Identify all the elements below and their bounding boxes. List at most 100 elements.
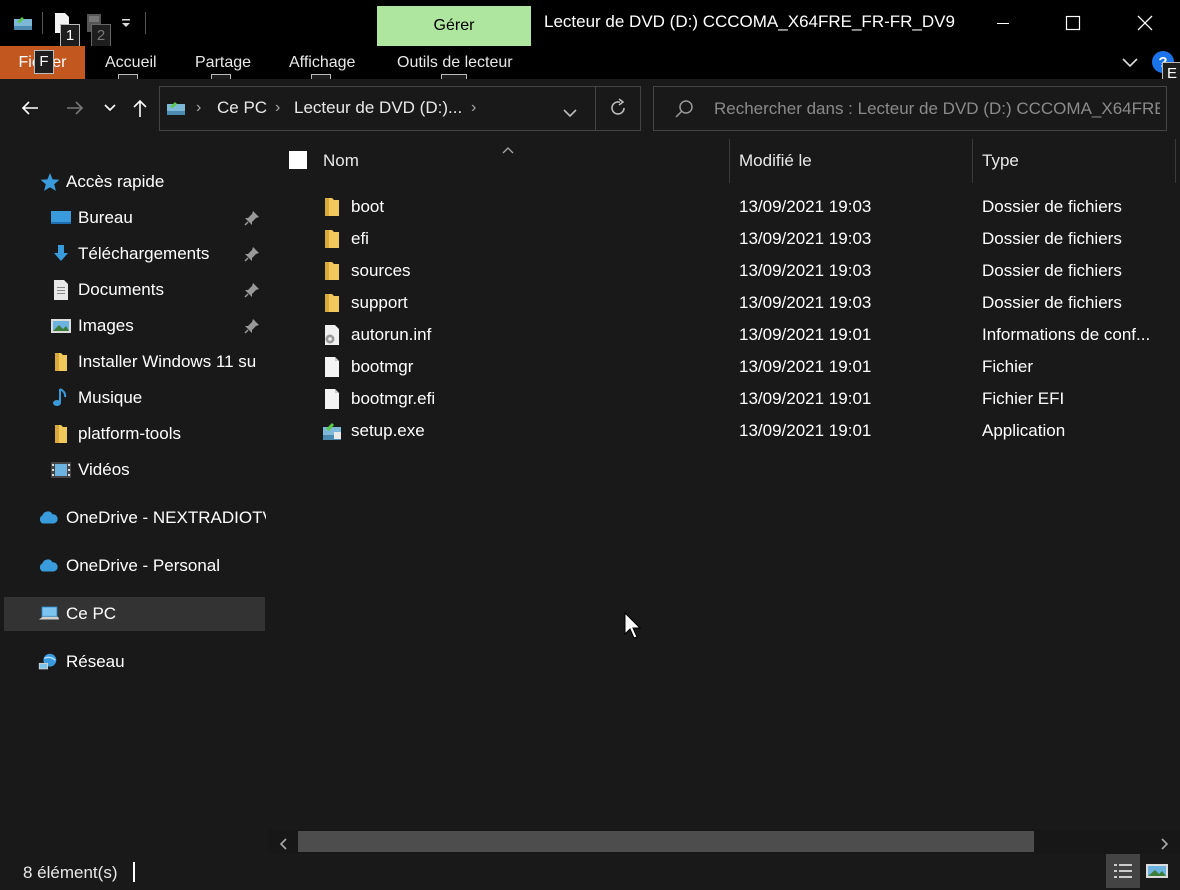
chevron-right-icon[interactable]: › xyxy=(275,99,280,117)
scroll-right-icon[interactable] xyxy=(1160,835,1170,855)
window-title: Lecteur de DVD (D:) CCCOMA_X64FRE_FR-FR_… xyxy=(544,12,955,31)
file-type: Informations de conf... xyxy=(982,325,1151,344)
refresh-icon[interactable] xyxy=(608,98,628,123)
nav-onedrive-personal[interactable]: OneDrive - Personal xyxy=(0,549,266,583)
file-row[interactable]: boot 13/09/2021 19:03 Dossier de fichier… xyxy=(268,191,1180,223)
scrollbar-thumb[interactable] xyxy=(298,831,1034,852)
chevron-right-icon[interactable]: › xyxy=(196,99,201,117)
pin-icon[interactable] xyxy=(244,282,260,298)
folder-icon xyxy=(50,351,72,373)
file-row[interactable]: bootmgr 13/09/2021 19:01 Fichier xyxy=(268,351,1180,383)
nav-network[interactable]: Réseau xyxy=(0,645,266,679)
pin-icon[interactable] xyxy=(244,246,260,262)
nav-item-documents[interactable]: Documents xyxy=(0,273,266,307)
pictures-icon xyxy=(50,315,72,337)
nav-label: OneDrive - Personal xyxy=(66,556,221,575)
toolbar-divider xyxy=(145,12,146,34)
nav-item-videos[interactable]: Vidéos xyxy=(0,453,266,487)
file-type: Dossier de fichiers xyxy=(982,229,1122,248)
nav-label: platform-tools xyxy=(78,424,181,443)
dvd-drive-icon[interactable] xyxy=(10,10,36,36)
pin-icon[interactable] xyxy=(244,210,260,226)
column-divider[interactable] xyxy=(972,139,973,183)
file-icon xyxy=(321,388,343,410)
keytip-1: 1 xyxy=(60,24,80,48)
computer-icon xyxy=(38,603,60,625)
nav-label: Musique xyxy=(78,388,143,407)
nav-item-downloads[interactable]: Téléchargements xyxy=(0,237,266,271)
status-divider xyxy=(133,862,135,882)
back-button[interactable] xyxy=(15,93,45,123)
file-type: Fichier xyxy=(982,357,1034,376)
close-button[interactable] xyxy=(1110,0,1180,46)
large-icons-view-button[interactable] xyxy=(1140,854,1174,888)
nav-item-installer-windows[interactable]: Installer Windows 11 su xyxy=(0,345,266,379)
chevron-right-icon[interactable]: › xyxy=(471,99,476,117)
file-row[interactable]: sources 13/09/2021 19:03 Dossier de fich… xyxy=(268,255,1180,287)
file-type: Dossier de fichiers xyxy=(982,197,1122,216)
search-input[interactable]: Rechercher dans : Lecteur de DVD (D:) CC… xyxy=(714,99,1160,119)
up-button[interactable] xyxy=(125,93,155,123)
address-bar[interactable]: › Ce PC › Lecteur de DVD (D:)... › xyxy=(159,86,641,131)
nav-quick-access[interactable]: Accès rapide xyxy=(0,165,266,199)
customize-dropdown-icon[interactable] xyxy=(113,10,139,36)
nav-item-platform-tools[interactable]: platform-tools xyxy=(0,417,266,451)
nav-onedrive-work[interactable]: OneDrive - NEXTRADIOTV xyxy=(0,501,266,535)
nav-item-desktop[interactable]: Bureau xyxy=(0,201,266,235)
column-divider[interactable] xyxy=(1175,139,1176,183)
column-header-modified[interactable]: Modifié le xyxy=(739,139,812,183)
music-icon xyxy=(50,387,72,409)
search-box[interactable]: Rechercher dans : Lecteur de DVD (D:) CC… xyxy=(653,86,1167,131)
search-icon xyxy=(674,99,694,124)
toolbar-divider xyxy=(42,12,43,34)
file-type: Dossier de fichiers xyxy=(982,293,1122,312)
videos-icon xyxy=(50,459,72,481)
recent-locations-button[interactable] xyxy=(95,93,125,123)
star-icon xyxy=(39,171,61,193)
nav-label: Installer Windows 11 su xyxy=(78,352,257,371)
nav-this-pc[interactable]: Ce PC xyxy=(4,597,265,631)
keytip-file: F xyxy=(34,50,54,74)
file-row[interactable]: autorun.inf 13/09/2021 19:01 Information… xyxy=(268,319,1180,351)
column-header-name[interactable]: Nom xyxy=(323,139,359,183)
horizontal-scrollbar[interactable] xyxy=(268,829,1180,854)
cloud-icon xyxy=(37,555,59,577)
file-row[interactable]: setup.exe 13/09/2021 19:01 Application xyxy=(268,415,1180,447)
maximize-button[interactable] xyxy=(1038,0,1108,46)
column-header-type[interactable]: Type xyxy=(982,139,1019,183)
file-row[interactable]: support 13/09/2021 19:03 Dossier de fich… xyxy=(268,287,1180,319)
dvd-drive-icon xyxy=(166,99,186,122)
nav-label: Bureau xyxy=(78,208,133,227)
address-dropdown-icon[interactable] xyxy=(562,103,578,123)
folder-icon xyxy=(50,423,72,445)
navigation-bar: › Ce PC › Lecteur de DVD (D:)... › Reche… xyxy=(0,79,1180,139)
breadcrumb-dvd-drive[interactable]: Lecteur de DVD (D:)... xyxy=(294,98,462,118)
pin-icon[interactable] xyxy=(244,318,260,334)
nav-item-pictures[interactable]: Images xyxy=(0,309,266,343)
details-view-button[interactable] xyxy=(1106,854,1140,888)
file-name: sources xyxy=(351,261,411,280)
expand-ribbon-icon[interactable] xyxy=(1120,54,1142,72)
documents-icon xyxy=(50,279,72,301)
file-list: Nom Modifié le Type boot 13/09/2021 19:0… xyxy=(268,139,1180,829)
file-modified: 13/09/2021 19:03 xyxy=(739,293,872,312)
scroll-left-icon[interactable] xyxy=(278,835,288,855)
nav-item-music[interactable]: Musique xyxy=(0,381,266,415)
file-row[interactable]: bootmgr.efi 13/09/2021 19:01 Fichier EFI xyxy=(268,383,1180,415)
breadcrumb-this-pc[interactable]: Ce PC xyxy=(217,98,267,118)
download-icon xyxy=(50,243,72,265)
folder-icon xyxy=(321,196,343,218)
minimize-button[interactable] xyxy=(968,0,1038,46)
folder-icon xyxy=(321,260,343,282)
file-modified: 13/09/2021 19:03 xyxy=(739,261,872,280)
file-row[interactable]: efi 13/09/2021 19:03 Dossier de fichiers xyxy=(268,223,1180,255)
select-all-checkbox[interactable] xyxy=(289,151,307,169)
nav-label: Accès rapide xyxy=(66,172,165,191)
file-modified: 13/09/2021 19:01 xyxy=(739,357,872,376)
forward-button[interactable] xyxy=(60,93,90,123)
column-divider[interactable] xyxy=(729,139,730,183)
nav-label: Vidéos xyxy=(78,460,130,479)
manage-tab[interactable]: Gérer xyxy=(377,6,531,46)
folder-icon xyxy=(321,292,343,314)
sort-up-icon xyxy=(501,139,515,159)
